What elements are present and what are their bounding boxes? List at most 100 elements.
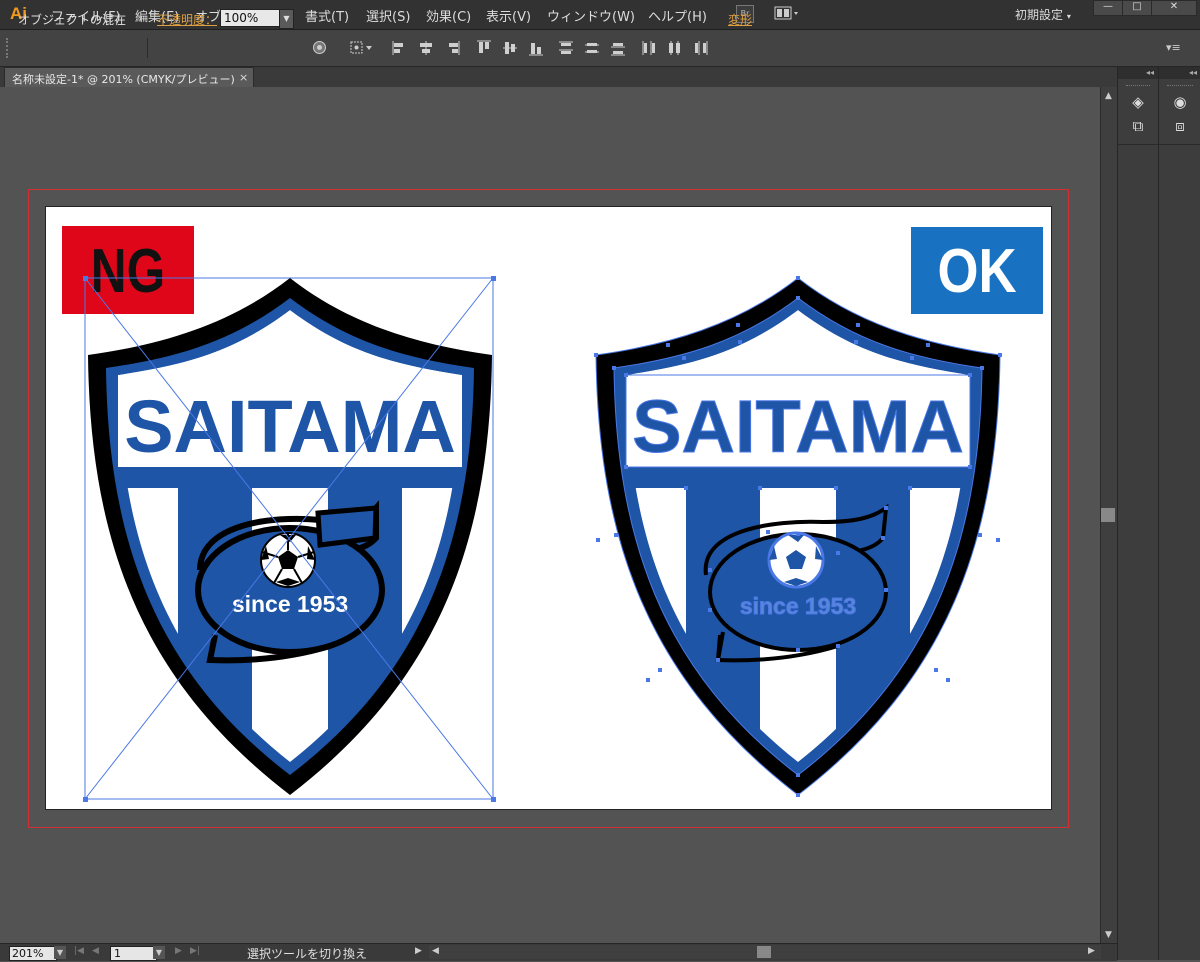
crest-ok-vector[interactable]: SAITAMA since 1953 <box>588 270 1008 805</box>
soccer-ball-icon <box>260 532 316 588</box>
collapse-icon[interactable]: ◂◂ <box>1159 67 1200 79</box>
horizontal-scroll-thumb[interactable] <box>757 946 771 958</box>
anchor-point <box>836 551 840 555</box>
grip-icon[interactable] <box>6 38 11 58</box>
close-icon[interactable]: × <box>239 71 248 84</box>
arrange-documents-icon[interactable] <box>774 5 800 21</box>
recolor-artwork-icon[interactable] <box>312 40 327 55</box>
artboard-number-input[interactable]: 1 <box>110 946 157 961</box>
artboards-icon[interactable]: ⧉ <box>1128 116 1148 136</box>
anchor-point <box>968 373 972 377</box>
anchor-point <box>884 588 888 592</box>
divider <box>147 38 148 58</box>
maximize-button[interactable]: □ <box>1122 0 1152 16</box>
layers-icon[interactable]: ◈ <box>1128 92 1148 112</box>
anchor-point <box>796 648 800 652</box>
anchor-point <box>612 366 616 370</box>
anchor-point <box>980 366 984 370</box>
anchor-point <box>796 773 800 777</box>
status-text[interactable]: 選択ツールを切り換え <box>247 945 367 962</box>
anchor-point <box>666 343 670 347</box>
crest-since-text: since 1953 <box>740 593 856 619</box>
crest-ng-image[interactable]: SAITAMA since 1953 <box>80 270 500 805</box>
anchor-point <box>716 658 720 662</box>
scroll-down-icon[interactable]: ▼ <box>1100 928 1117 942</box>
anchor-point <box>910 356 914 360</box>
distribute-center-icon <box>585 43 599 53</box>
document-tab[interactable]: 名称未設定-1* @ 201% (CMYK/プレビュー) × <box>4 67 254 88</box>
anchor-point <box>796 793 800 797</box>
anchor-point <box>926 343 930 347</box>
anchor-point <box>624 373 628 377</box>
distribute-right-icon <box>695 41 708 55</box>
zoom-dropdown-button[interactable]: ▼ <box>54 946 66 959</box>
first-artboard-icon[interactable]: |◀ <box>74 946 84 956</box>
align-left-icon <box>392 41 403 55</box>
soccer-ball-icon <box>767 531 825 589</box>
anchor-point <box>968 465 972 469</box>
crest-since-text: since 1953 <box>232 591 348 617</box>
next-artboard-icon[interactable]: ▶ <box>175 946 182 956</box>
menu-help[interactable]: ヘルプ(H) <box>648 6 707 25</box>
distribute-bottom-icon <box>611 43 625 56</box>
distribute-hcenter-icon <box>669 41 680 55</box>
chevron-down-icon: ▾ <box>1066 12 1071 21</box>
selection-status: オブジェクトの混在 <box>18 13 127 27</box>
last-artboard-icon[interactable]: ▶| <box>190 946 200 956</box>
distribute-top-icon <box>559 41 573 54</box>
close-window-button[interactable]: ✕ <box>1151 0 1197 16</box>
anchor-point <box>854 340 858 344</box>
menu-select[interactable]: 選択(S) <box>366 6 410 25</box>
anchor-point <box>766 530 770 534</box>
artboard-dropdown-button[interactable]: ▼ <box>153 946 165 959</box>
anchor-point <box>998 353 1002 357</box>
workspace-switcher[interactable]: 初期設定 ▾ <box>1015 6 1071 23</box>
status-menu-icon[interactable]: ▶ <box>415 946 422 956</box>
menu-type[interactable]: 書式(T) <box>305 6 349 25</box>
anchor-point <box>646 678 650 682</box>
opacity-input[interactable] <box>220 9 283 27</box>
scroll-up-icon[interactable]: ▲ <box>1100 89 1117 103</box>
align-right-icon <box>449 41 460 55</box>
collapse-icon[interactable]: ◂◂ <box>1118 67 1158 79</box>
menu-window[interactable]: ウィンドウ(W) <box>547 6 635 25</box>
anchor-point <box>978 533 982 537</box>
scroll-right-icon[interactable]: ▶ <box>1088 946 1095 956</box>
anchor-point <box>596 538 600 542</box>
opacity-dropdown-button[interactable]: ▼ <box>279 9 294 29</box>
align-bottom-icon <box>529 43 543 56</box>
graphic-styles-icon[interactable]: ⧈ <box>1170 116 1190 136</box>
minimize-button[interactable]: — <box>1093 0 1123 16</box>
anchor-point <box>836 644 840 648</box>
opacity-label[interactable]: 不透明度： <box>157 11 217 28</box>
appearance-icon[interactable]: ◉ <box>1170 92 1190 112</box>
anchor-point <box>796 276 800 280</box>
anchor-point <box>758 486 762 490</box>
zoom-level-input[interactable]: 201% <box>9 946 57 961</box>
menu-effect[interactable]: 効果(C) <box>426 6 471 25</box>
workspace-label: 初期設定 <box>1015 8 1064 22</box>
vertical-scroll-thumb[interactable] <box>1101 508 1115 522</box>
panel-dock-1: ◂◂ ◈ ⧉ <box>1117 67 1158 960</box>
previous-artboard-icon[interactable]: ◀ <box>92 946 99 956</box>
anchor-point <box>594 353 598 357</box>
panel-menu-icon[interactable]: ▾≡ <box>1166 41 1181 54</box>
align-top-icon <box>477 40 491 53</box>
document-tab-title: 名称未設定-1* @ 201% (CMYK/プレビュー) <box>12 73 235 86</box>
anchor-point <box>834 486 838 490</box>
anchor-point <box>738 340 742 344</box>
transform-link[interactable]: 変形 <box>728 11 752 28</box>
anchor-point <box>614 533 618 537</box>
anchor-point <box>682 356 686 360</box>
align-distribute-icons[interactable] <box>390 39 730 57</box>
distribute-left-icon <box>642 41 655 55</box>
anchor-point <box>736 323 740 327</box>
anchor-point <box>708 608 712 612</box>
select-similar-icon[interactable] <box>350 40 376 55</box>
scroll-left-icon[interactable]: ◀ <box>432 946 439 956</box>
anchor-point <box>796 532 800 536</box>
menu-view[interactable]: 表示(V) <box>486 6 531 25</box>
anchor-point <box>856 323 860 327</box>
crest-title-text: SAITAMA <box>124 385 456 468</box>
panel-dock-2: ◂◂ ◉ ⧈ <box>1158 67 1200 960</box>
